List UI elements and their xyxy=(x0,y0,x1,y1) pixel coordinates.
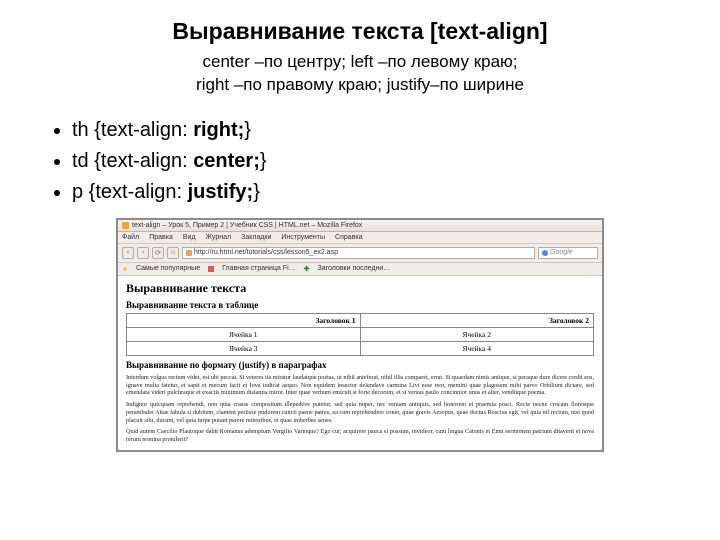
favicon-icon xyxy=(122,222,129,229)
home-button[interactable]: ⌂ xyxy=(167,247,179,259)
bullet-item: td {text-align: center;} xyxy=(72,146,676,177)
back-button[interactable]: ‹ xyxy=(122,247,134,259)
page-h1: Выравнивание текста xyxy=(126,281,594,296)
bullet-list: th {text-align: right;} td {text-align: … xyxy=(44,115,676,208)
google-icon xyxy=(542,250,548,256)
bookmark-icon xyxy=(208,266,214,272)
page-h2: Выравнивание текста в таблице xyxy=(126,300,594,310)
forward-button[interactable]: › xyxy=(137,247,149,259)
bullet-item: th {text-align: right;} xyxy=(72,115,676,146)
td: Ячейка 2 xyxy=(360,327,594,341)
search-box[interactable]: Google xyxy=(538,247,598,259)
browser-toolbar: ‹ › ⟳ ⌂ http://ru.html.net/tutorials/css… xyxy=(118,244,602,263)
subtitle-line2: right –по правому краю; justify–по ширин… xyxy=(196,75,524,94)
menu-item[interactable]: Инструменты xyxy=(281,234,325,241)
menu-item[interactable]: Журнал xyxy=(206,234,232,241)
menu-item[interactable]: Справка xyxy=(335,234,362,241)
page-h2: Выравнивание по формату (justify) в пара… xyxy=(126,360,594,370)
slide-subtitle: center –по центру; left –по левому краю;… xyxy=(44,51,676,97)
th: Заголовок 1 xyxy=(127,313,361,327)
page-content: Выравнивание текста Выравнивание текста … xyxy=(118,276,602,450)
th: Заголовок 2 xyxy=(360,313,594,327)
site-icon xyxy=(186,250,192,256)
window-title: text-align – Урок 5, Пример 2 | Учебник … xyxy=(132,222,362,229)
url-text: http://ru.html.net/tutorials/css/lesson5… xyxy=(194,249,338,256)
bullet-item: p {text-align: justify;} xyxy=(72,177,676,208)
menu-item[interactable]: Закладки xyxy=(241,234,271,241)
star-icon xyxy=(122,266,128,272)
plus-icon: ✚ xyxy=(304,265,310,273)
td: Ячейка 3 xyxy=(127,341,361,355)
reload-button[interactable]: ⟳ xyxy=(152,247,164,259)
browser-menubar: Файл Правка Вид Журнал Закладки Инструме… xyxy=(118,232,602,244)
td: Ячейка 4 xyxy=(360,341,594,355)
slide-title: Выравнивание текста [text-align] xyxy=(44,18,676,45)
menu-item[interactable]: Файл xyxy=(122,234,139,241)
bookmark-item[interactable]: Главная страница Fi… xyxy=(222,265,296,272)
bookmark-item[interactable]: Самые популярные xyxy=(136,265,200,272)
browser-titlebar: text-align – Урок 5, Пример 2 | Учебник … xyxy=(118,220,602,232)
url-bar[interactable]: http://ru.html.net/tutorials/css/lesson5… xyxy=(182,247,535,259)
demo-table: Заголовок 1 Заголовок 2 Ячейка 1 Ячейка … xyxy=(126,313,594,356)
menu-item[interactable]: Вид xyxy=(183,234,196,241)
td: Ячейка 1 xyxy=(127,327,361,341)
subtitle-line1: center –по центру; left –по левому краю; xyxy=(202,52,517,71)
bookmark-item[interactable]: Заголовки последни… xyxy=(318,265,391,272)
bookmarks-bar: Самые популярные Главная страница Fi… ✚ … xyxy=(118,263,602,276)
justified-paragraph: Indignor quicquam reprehendi, non quia c… xyxy=(126,401,594,424)
justified-paragraph: Quid autem Caecilio Plautoque dabit Roma… xyxy=(126,428,594,444)
browser-window: text-align – Урок 5, Пример 2 | Учебник … xyxy=(116,218,604,452)
search-placeholder: Google xyxy=(550,249,573,256)
menu-item[interactable]: Правка xyxy=(149,234,173,241)
justified-paragraph: Interdum volgus rectum videt, est ubi pe… xyxy=(126,374,594,397)
